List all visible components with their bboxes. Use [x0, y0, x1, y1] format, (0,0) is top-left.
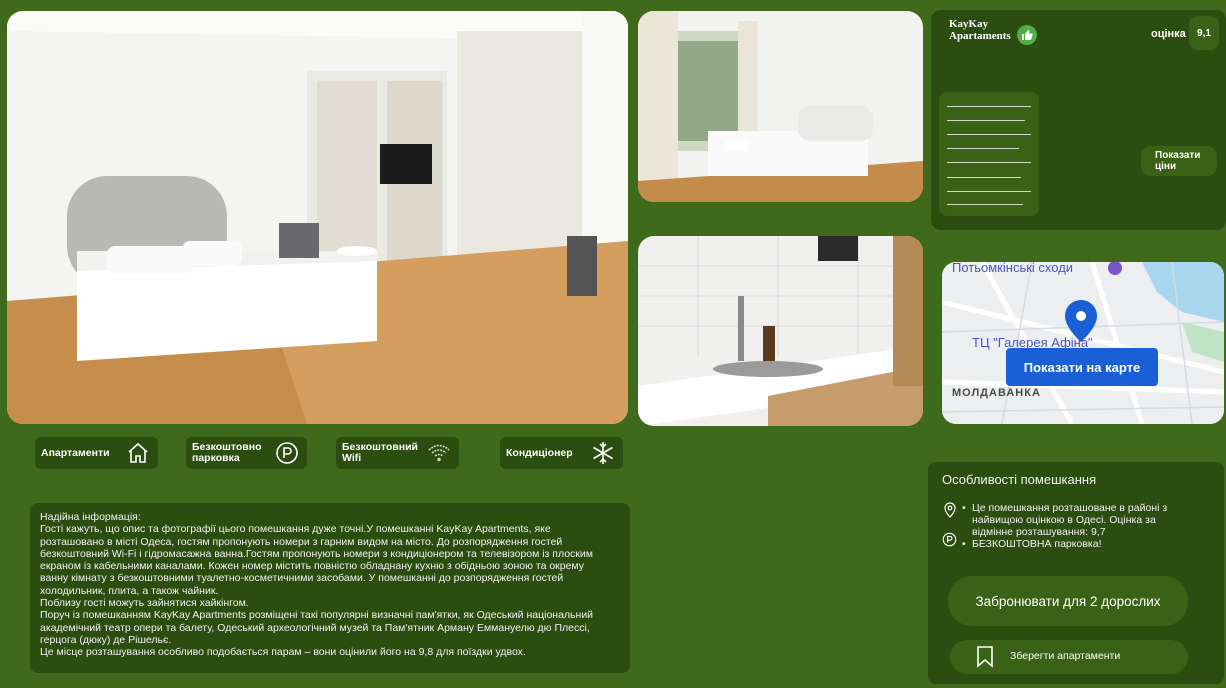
price-list-placeholder — [939, 92, 1039, 216]
main-photo-bedroom[interactable] — [7, 11, 628, 424]
description-heading: Надійна інформація: — [40, 511, 141, 523]
property-header-card: KayKay Apartaments оцінка 9,1 Показати ц… — [931, 10, 1226, 230]
amenity-line-2: парковка — [192, 452, 240, 464]
description-paragraph: Поруч із помешканням KayKay Apartments р… — [40, 609, 594, 646]
snowflake-icon — [593, 442, 613, 464]
thumbs-up-icon — [1017, 25, 1037, 45]
photo-bedroom-2[interactable] — [638, 11, 923, 202]
photo-kitchen[interactable] — [638, 236, 923, 426]
house-icon — [128, 442, 148, 463]
brand-line-2: Apartaments — [949, 30, 1011, 42]
show-prices-button[interactable]: Показати ціни — [1141, 146, 1217, 176]
rating-label: оцінка — [1151, 28, 1186, 40]
amenity-line-1: Кондиціонер — [506, 446, 573, 459]
feature-parking: БЕЗКОШТОВНА парковка! — [962, 538, 1182, 550]
description-paragraph: Гості кажуть, що опис та фотографії цьог… — [40, 523, 593, 597]
amenity-label: Апартаменти — [35, 446, 110, 459]
rating-score-badge: 9,1 — [1189, 16, 1219, 50]
show-on-map-button[interactable]: Показати на карте — [1006, 348, 1158, 386]
map-label-potemkin: Потьомкінські сходи — [952, 262, 1074, 275]
amenity-label: Безкоштовно парковка — [186, 442, 262, 464]
map-label-district: МОЛДАВАНКА — [952, 387, 1041, 399]
description-paragraph: Поблизу гості можуть зайнятися хайкінгом… — [40, 597, 249, 610]
property-description: Надійна інформація: Гості кажуть, що опи… — [30, 503, 630, 673]
map-preview[interactable]: Потьомкінські сходи ТЦ "Галерея Афіна" М… — [942, 262, 1224, 424]
amenity-air-conditioning: Кондиціонер — [500, 437, 623, 469]
features-title: Особливості помешкання — [942, 472, 1097, 487]
amenity-line-2: Wifi — [342, 452, 362, 464]
book-button[interactable]: Забронювати для 2 дорослих — [948, 576, 1188, 626]
save-apartment-button[interactable]: Зберегти апартаменти — [950, 640, 1188, 674]
wifi-icon — [428, 444, 450, 462]
feature-location: Це помешкання розташоване в районі з най… — [962, 502, 1182, 538]
description-paragraph: Це місце розташування особливо подобаєть… — [40, 646, 526, 659]
amenity-label: Безкоштовний Wifi — [336, 442, 418, 464]
brand-name: KayKay Apartaments — [949, 18, 1011, 42]
amenity-line-1: Апартаменти — [41, 446, 110, 459]
save-apartment-label: Зберегти апартаменти — [1010, 650, 1121, 662]
show-prices-line-2: ціни — [1155, 161, 1177, 172]
amenity-label: Кондиціонер — [500, 446, 573, 459]
brand-line-1: KayKay — [949, 18, 989, 30]
features-list: Це помешкання розташоване в районі з най… — [962, 502, 1182, 550]
bookmark-icon — [977, 646, 993, 668]
amenity-parking: Безкоштовно парковка — [186, 437, 307, 469]
parking-icon — [276, 442, 298, 464]
show-prices-line-1: Показати — [1155, 150, 1201, 161]
location-pin-icon — [944, 502, 956, 518]
amenity-apartments: Апартаменти — [35, 437, 158, 469]
amenity-wifi: Безкоштовний Wifi — [336, 437, 459, 469]
property-features-card: Особливості помешкання Це помешкання роз… — [928, 462, 1224, 684]
parking-icon — [942, 532, 957, 547]
